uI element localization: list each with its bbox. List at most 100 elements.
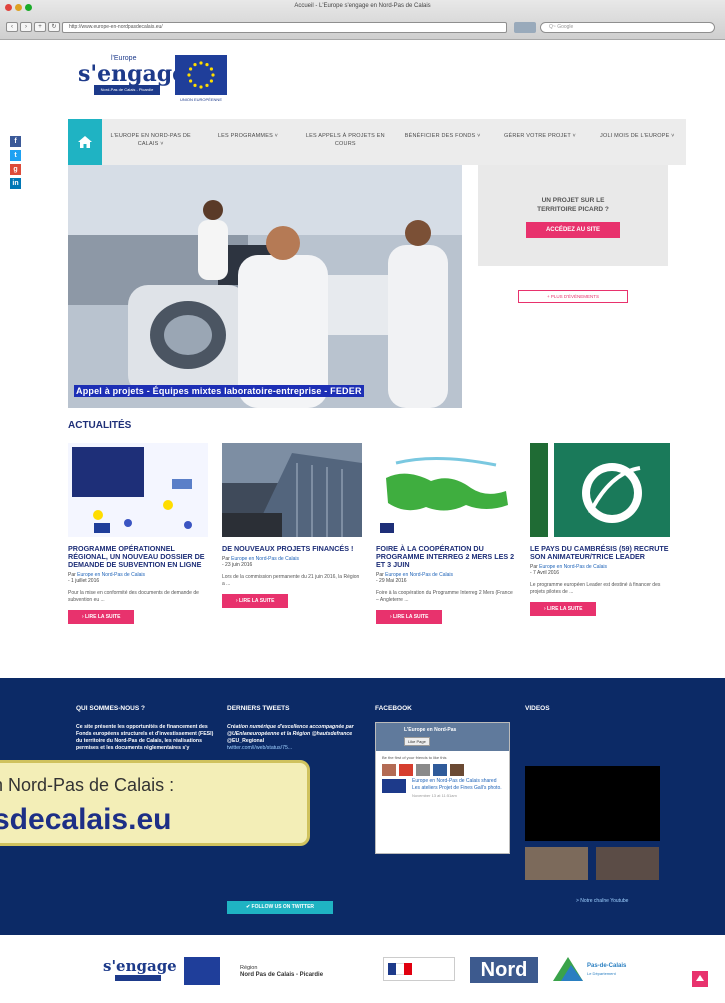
avatar: [382, 764, 396, 776]
home-icon: [78, 136, 92, 148]
site-logo[interactable]: l'Europe s'engage Nord-Pas de Calais - P…: [78, 55, 228, 105]
facebook-post-time: November 13 at 11:51am: [412, 793, 457, 798]
nav-item-programmes[interactable]: LES PROGRAMMES ˅: [199, 119, 296, 165]
read-more-button[interactable]: › LIRE LA SUITE: [530, 602, 597, 616]
scroll-to-top-button[interactable]: [692, 971, 708, 987]
flag-white-band: [396, 963, 404, 975]
videos-column: VIDEOS: [525, 705, 550, 712]
news-card-excerpt: Pour la mise en conformité des documents…: [68, 590, 199, 603]
hero-image: [68, 165, 462, 408]
twitter-icon[interactable]: t: [10, 150, 21, 161]
news-card-date: - 29 Mai 2016: [376, 578, 407, 584]
linkedin-icon[interactable]: in: [10, 178, 21, 189]
window-title: Accueil - L'Europe s'engage en Nord-Pas …: [294, 3, 431, 9]
rss-icon[interactable]: [514, 22, 536, 33]
picardie-promo: UN PROJET SUR LE TERRITOIRE PICARD ? ACC…: [478, 165, 668, 266]
region-logo[interactable]: Région Nord Pas de Calais - Picardie: [240, 965, 323, 979]
videos-heading: VIDEOS: [525, 705, 550, 712]
search-input[interactable]: Q~ Google: [540, 22, 715, 33]
news-card-image[interactable]: [376, 443, 516, 537]
news-card-image[interactable]: [530, 443, 670, 537]
home-button[interactable]: [68, 119, 102, 165]
more-events-button[interactable]: + PLUS D'ÉVÉNEMENTS: [518, 290, 628, 303]
hero-caption[interactable]: Appel à projets - Équipes mixtes laborat…: [74, 385, 364, 397]
hero-slide[interactable]: Appel à projets - Équipes mixtes laborat…: [68, 165, 462, 408]
facebook-like-button[interactable]: Like Page: [404, 737, 430, 746]
news-card-title[interactable]: LE PAYS DU CAMBRÉSIS (59) RECRUTE SON AN…: [530, 545, 670, 561]
read-more-button[interactable]: › LIRE LA SUITE: [376, 610, 443, 624]
tweet-1: Création numérique d'excellence accompag…: [227, 724, 354, 737]
news-card: DE NOUVEAUX PROJETS FINANCÉS ! Par Europ…: [222, 443, 362, 608]
facebook-icon[interactable]: f: [10, 136, 21, 147]
nav-item-beneficier-fonds[interactable]: BÉNÉFICIER DES FONDS ˅: [394, 119, 491, 165]
facebook-cover: L'Europe en Nord-Pas Like Page: [376, 723, 509, 751]
nav-item-appels-projets[interactable]: LES APPELS À PROJETS EN COURS: [297, 119, 394, 165]
news-card-meta: Par Europe en Nord-Pas de Calais - 7 Avri…: [530, 564, 670, 576]
back-icon[interactable]: ‹: [6, 22, 18, 32]
tweet-link[interactable]: twitter.com/i/web/status/75...: [227, 745, 292, 751]
news-card: LE PAYS DU CAMBRÉSIS (59) RECRUTE SON AN…: [530, 443, 670, 616]
news-card-image[interactable]: [68, 443, 208, 537]
browser-nav: ‹ › + ↻: [6, 22, 60, 32]
banner-line2: sdecalais.eu: [0, 803, 172, 836]
facebook-heading: FACEBOOK: [375, 705, 412, 712]
facebook-post-avatar: [382, 779, 406, 793]
news-card-title[interactable]: PROGRAMME OPÉRATIONNEL RÉGIONAL, UN NOUV…: [68, 545, 208, 569]
news-card-date: - 23 juin 2016: [222, 562, 253, 568]
video-thumbnail[interactable]: [596, 847, 659, 880]
news-card-excerpt: Lors de la commission permanente du 21 j…: [222, 574, 360, 587]
about-column: QUI SOMMES-NOUS ? Ce site présente les o…: [76, 705, 216, 752]
pas-de-calais-icon: [553, 957, 583, 981]
forward-icon[interactable]: ›: [20, 22, 32, 32]
nav-item-joli-mois[interactable]: JOLI MOIS DE L'EUROPE ˅: [589, 119, 686, 165]
news-card: FOIRE À LA COOPÉRATION DU PROGRAMME INTE…: [376, 443, 516, 624]
facebook-widget[interactable]: L'Europe en Nord-Pas Like Page Be the fi…: [375, 722, 510, 854]
video-player[interactable]: [525, 766, 660, 841]
reload-icon[interactable]: ↻: [48, 22, 60, 32]
avatar: [433, 764, 447, 776]
read-more-button[interactable]: › LIRE LA SUITE: [68, 610, 135, 624]
pdc-subtext: Le Département: [587, 971, 616, 976]
republique-francaise-logo[interactable]: [383, 957, 455, 981]
facebook-post-text: Europe en Nord-Pas de Calais shared Les …: [412, 778, 502, 791]
about-heading: QUI SOMMES-NOUS ?: [76, 705, 145, 712]
news-card-excerpt: Le programme européen Leader est destiné…: [530, 582, 661, 595]
news-card-image[interactable]: [222, 443, 362, 537]
avatar: [399, 764, 413, 776]
web-page: l'Europe s'engage Nord-Pas de Calais - P…: [0, 41, 725, 1003]
tweet-handle[interactable]: @EU_Regional: [227, 738, 264, 744]
facebook-friend-avatars: [376, 764, 509, 776]
facebook-post[interactable]: Europe en Nord-Pas de Calais shared Les …: [376, 776, 509, 800]
about-text: Ce site présente les opportunités de fin…: [76, 724, 214, 751]
access-site-button[interactable]: ACCÉDEZ AU SITE: [525, 222, 621, 238]
promo-text-line1: UN PROJET SUR LE: [541, 197, 605, 204]
url-overlay-banner: n Nord-Pas de Calais : sdecalais.eu: [0, 760, 310, 846]
social-share-bar: f t g in: [10, 136, 21, 189]
google-plus-icon[interactable]: g: [10, 164, 21, 175]
read-more-button[interactable]: › LIRE LA SUITE: [222, 594, 289, 608]
news-card-title[interactable]: FOIRE À LA COOPÉRATION DU PROGRAMME INTE…: [376, 545, 516, 569]
nord-logo[interactable]: Nord: [470, 957, 538, 983]
nav-item-gerer-projet[interactable]: GÉRER VOTRE PROJET ˅: [491, 119, 588, 165]
news-card-meta: Par Europe en Nord-Pas de Calais - 29 Mai…: [376, 572, 516, 584]
follow-twitter-button[interactable]: ✔ FOLLOW US ON TWITTER: [227, 901, 333, 914]
engage-logo[interactable]: s'engage: [103, 957, 177, 987]
region-line1: Région: [240, 965, 258, 971]
facebook-friends-line: Be the first of your friends to like thi…: [382, 755, 447, 760]
facebook-column: FACEBOOK: [375, 705, 412, 712]
pas-de-calais-logo[interactable]: Pas-de-Calais Le Département: [553, 957, 653, 983]
facebook-page-name[interactable]: L'Europe en Nord-Pas: [404, 727, 456, 733]
video-thumbnail[interactable]: [525, 847, 588, 880]
add-tab-icon[interactable]: +: [34, 22, 46, 32]
address-bar[interactable]: http://www.europe-en-nordpasdecalais.eu/: [62, 22, 507, 33]
news-card-meta: Par Europe en Nord-Pas de Calais - 23 jui…: [222, 556, 362, 568]
youtube-channel-link[interactable]: > Notre chaîne Youtube: [576, 898, 628, 904]
news-heading: ACTUALITÉS: [68, 420, 132, 431]
eu-flag-icon: [184, 957, 220, 985]
avatar: [416, 764, 430, 776]
nav-item-europe-npdc[interactable]: L'EUROPE EN NORD-PAS DE CALAIS ˅: [102, 119, 199, 165]
logo-band: Nord-Pas de Calais - Picardie: [94, 85, 160, 95]
main-nav: L'EUROPE EN NORD-PAS DE CALAIS ˅ LES PRO…: [68, 119, 686, 165]
news-card-title[interactable]: DE NOUVEAUX PROJETS FINANCÉS !: [222, 545, 362, 553]
news-card-date: - 7 Avril 2016: [530, 570, 560, 576]
